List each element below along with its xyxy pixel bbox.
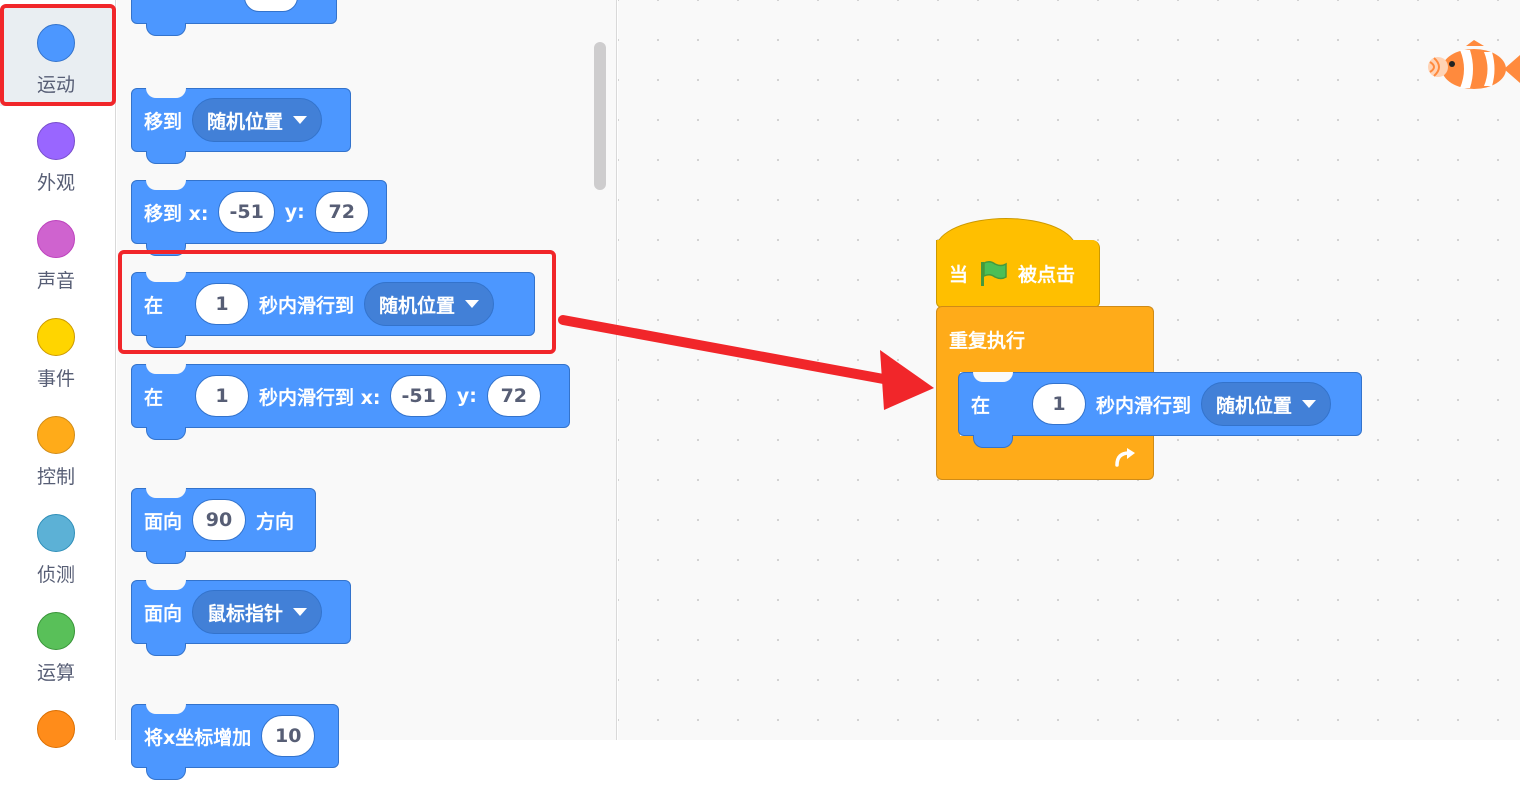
category-label: 声音 bbox=[36, 270, 75, 292]
control-dot-icon bbox=[37, 416, 75, 454]
towards-dropdown[interactable]: 鼠标指针 bbox=[192, 590, 323, 634]
caret-down-icon bbox=[1302, 400, 1317, 408]
category-operators[interactable]: 运算 bbox=[0, 596, 112, 694]
change-x-input[interactable]: 10 bbox=[261, 715, 316, 757]
category-control[interactable]: 控制 bbox=[0, 400, 112, 498]
secs-input[interactable]: 1 bbox=[195, 375, 250, 417]
glide-block-highlight bbox=[118, 250, 556, 354]
category-label: 外观 bbox=[36, 172, 75, 194]
category-sensing[interactable]: 侦测 bbox=[0, 498, 112, 596]
category-looks[interactable]: 外观 bbox=[0, 106, 112, 204]
forever-block-arm bbox=[936, 370, 960, 440]
sound-dot-icon bbox=[37, 220, 75, 258]
category-sidebar: 运动 外观 声音 事件 控制 侦测 运算 bbox=[0, 0, 116, 748]
number-input[interactable] bbox=[244, 0, 298, 12]
block-label: 将x坐标增加 bbox=[144, 726, 252, 749]
block-label: y: bbox=[284, 201, 305, 223]
motion-block-partial[interactable] bbox=[131, 0, 337, 36]
category-variables[interactable] bbox=[0, 694, 112, 792]
block-label: 面向 bbox=[144, 510, 183, 533]
block-label: 面向 bbox=[144, 602, 183, 625]
script-glide-block[interactable]: 在 1 秒内滑行到 随机位置 bbox=[958, 372, 1362, 448]
point-direction-block[interactable]: 面向 90 方向 bbox=[131, 488, 316, 564]
block-label: 在 bbox=[144, 386, 164, 409]
goto-block[interactable]: 移到 随机位置 bbox=[131, 88, 351, 164]
events-dot-icon bbox=[37, 318, 75, 356]
green-flag-icon bbox=[981, 260, 1007, 286]
glide-xy-block[interactable]: 在 1 秒内滑行到 x: -51 y: 72 bbox=[131, 364, 570, 440]
block-label: 被点击 bbox=[1018, 264, 1076, 286]
block-label: 移到 bbox=[144, 110, 183, 133]
change-x-block[interactable]: 将x坐标增加 10 bbox=[131, 704, 339, 780]
dropdown-value: 随机位置 bbox=[1216, 394, 1293, 417]
category-label: 控制 bbox=[36, 466, 75, 488]
category-sound[interactable]: 声音 bbox=[0, 204, 112, 302]
forever-block[interactable]: 重复执行 bbox=[936, 306, 1154, 372]
block-label: 秒内滑行到 bbox=[1096, 394, 1192, 417]
dropdown-value: 随机位置 bbox=[207, 110, 284, 133]
when-flag-clicked-block[interactable]: 当 被点击 bbox=[936, 240, 1100, 308]
caret-down-icon bbox=[293, 608, 308, 616]
x-input[interactable]: -51 bbox=[218, 191, 275, 233]
category-highlight bbox=[0, 4, 116, 106]
glide-dropdown[interactable]: 随机位置 bbox=[1201, 382, 1332, 426]
x-input[interactable]: -51 bbox=[390, 375, 447, 417]
block-label: 移到 x: bbox=[144, 202, 209, 225]
category-label: 事件 bbox=[36, 368, 75, 390]
category-label: 侦测 bbox=[36, 564, 75, 586]
block-label: 重复执行 bbox=[949, 330, 1026, 352]
category-label: 运算 bbox=[36, 662, 75, 684]
dropdown-value: 鼠标指针 bbox=[207, 602, 284, 625]
sensing-dot-icon bbox=[37, 514, 75, 552]
operators-dot-icon bbox=[37, 612, 75, 650]
variables-dot-icon bbox=[37, 710, 75, 748]
category-events[interactable]: 事件 bbox=[0, 302, 112, 400]
goto-dropdown[interactable]: 随机位置 bbox=[192, 98, 323, 142]
caret-down-icon bbox=[293, 116, 308, 124]
palette-scrollbar[interactable] bbox=[594, 42, 606, 190]
block-label: 秒内滑行到 x: bbox=[259, 386, 381, 409]
block-label: 方向 bbox=[256, 510, 295, 533]
sprite-fish-icon[interactable] bbox=[1426, 40, 1520, 98]
loop-arrow-icon bbox=[1115, 448, 1135, 467]
point-towards-block[interactable]: 面向 鼠标指针 bbox=[131, 580, 351, 656]
block-label: y: bbox=[456, 385, 477, 407]
secs-input[interactable]: 1 bbox=[1032, 383, 1087, 425]
forever-block-bottom[interactable] bbox=[936, 436, 1154, 480]
goto-xy-block[interactable]: 移到 x: -51 y: 72 bbox=[131, 180, 387, 256]
y-input[interactable]: 72 bbox=[486, 375, 541, 417]
direction-input[interactable]: 90 bbox=[192, 499, 247, 541]
looks-dot-icon bbox=[37, 122, 75, 160]
block-label: 在 bbox=[971, 394, 991, 417]
block-label: 当 bbox=[949, 264, 969, 286]
y-input[interactable]: 72 bbox=[314, 191, 369, 233]
